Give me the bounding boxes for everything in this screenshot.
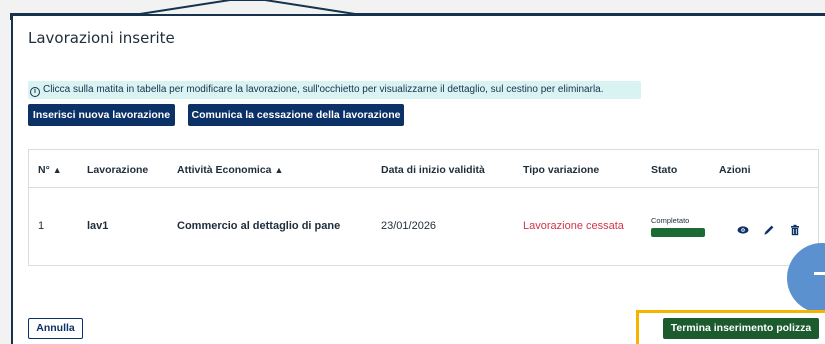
- col-header-tipo: Tipo variazione: [523, 164, 600, 176]
- cell-lavorazione: lav1: [87, 220, 109, 232]
- sort-icon[interactable]: ▲︎: [274, 165, 283, 175]
- col-header-attivita[interactable]: Attività Economica ▲︎: [177, 164, 283, 176]
- sort-icon[interactable]: ▲︎: [53, 165, 62, 175]
- trash-icon[interactable]: [789, 221, 801, 236]
- col-header-azioni: Azioni: [719, 164, 751, 176]
- new-lavorazione-button[interactable]: Inserisci nuova lavorazione: [28, 104, 175, 126]
- status-badge: Completato: [651, 216, 707, 237]
- table-header: N° ▲︎ Lavorazione Attività Economica ▲︎ …: [29, 150, 818, 188]
- section-title: Lavorazioni inserite: [28, 29, 175, 47]
- eye-icon[interactable]: [737, 221, 749, 234]
- info-banner: i Clicca sulla matita in tabella per modi…: [28, 81, 641, 99]
- col-header-num[interactable]: N° ▲︎: [38, 164, 62, 176]
- pencil-icon[interactable]: [763, 221, 775, 235]
- app-frame: Lavorazioni inserite i Clicca sulla matit…: [0, 0, 825, 344]
- cell-num: 1: [38, 220, 45, 232]
- finish-policy-button[interactable]: Termina inserimento polizza: [663, 318, 819, 339]
- col-header-lavorazione: Lavorazione: [87, 164, 149, 176]
- col-header-stato: Stato: [651, 164, 678, 176]
- info-text: Clicca sulla matita in tabella per modif…: [43, 84, 604, 95]
- status-bar: [651, 228, 705, 237]
- cancel-button[interactable]: Annulla: [28, 318, 83, 339]
- badge-mark: [814, 272, 825, 275]
- info-icon: i: [30, 87, 40, 97]
- cell-attivita: Commercio al dettaglio di pane: [177, 220, 341, 232]
- cell-tipo-variazione: Lavorazione cessata: [523, 220, 624, 232]
- cell-data: 23/01/2026: [381, 220, 437, 232]
- lavorazioni-table: N° ▲︎ Lavorazione Attività Economica ▲︎ …: [28, 149, 819, 266]
- status-label: Completato: [651, 216, 690, 225]
- col-header-data: Data di inizio validità: [381, 164, 485, 176]
- cease-lavorazione-button[interactable]: Comunica la cessazione della lavorazione: [188, 104, 404, 126]
